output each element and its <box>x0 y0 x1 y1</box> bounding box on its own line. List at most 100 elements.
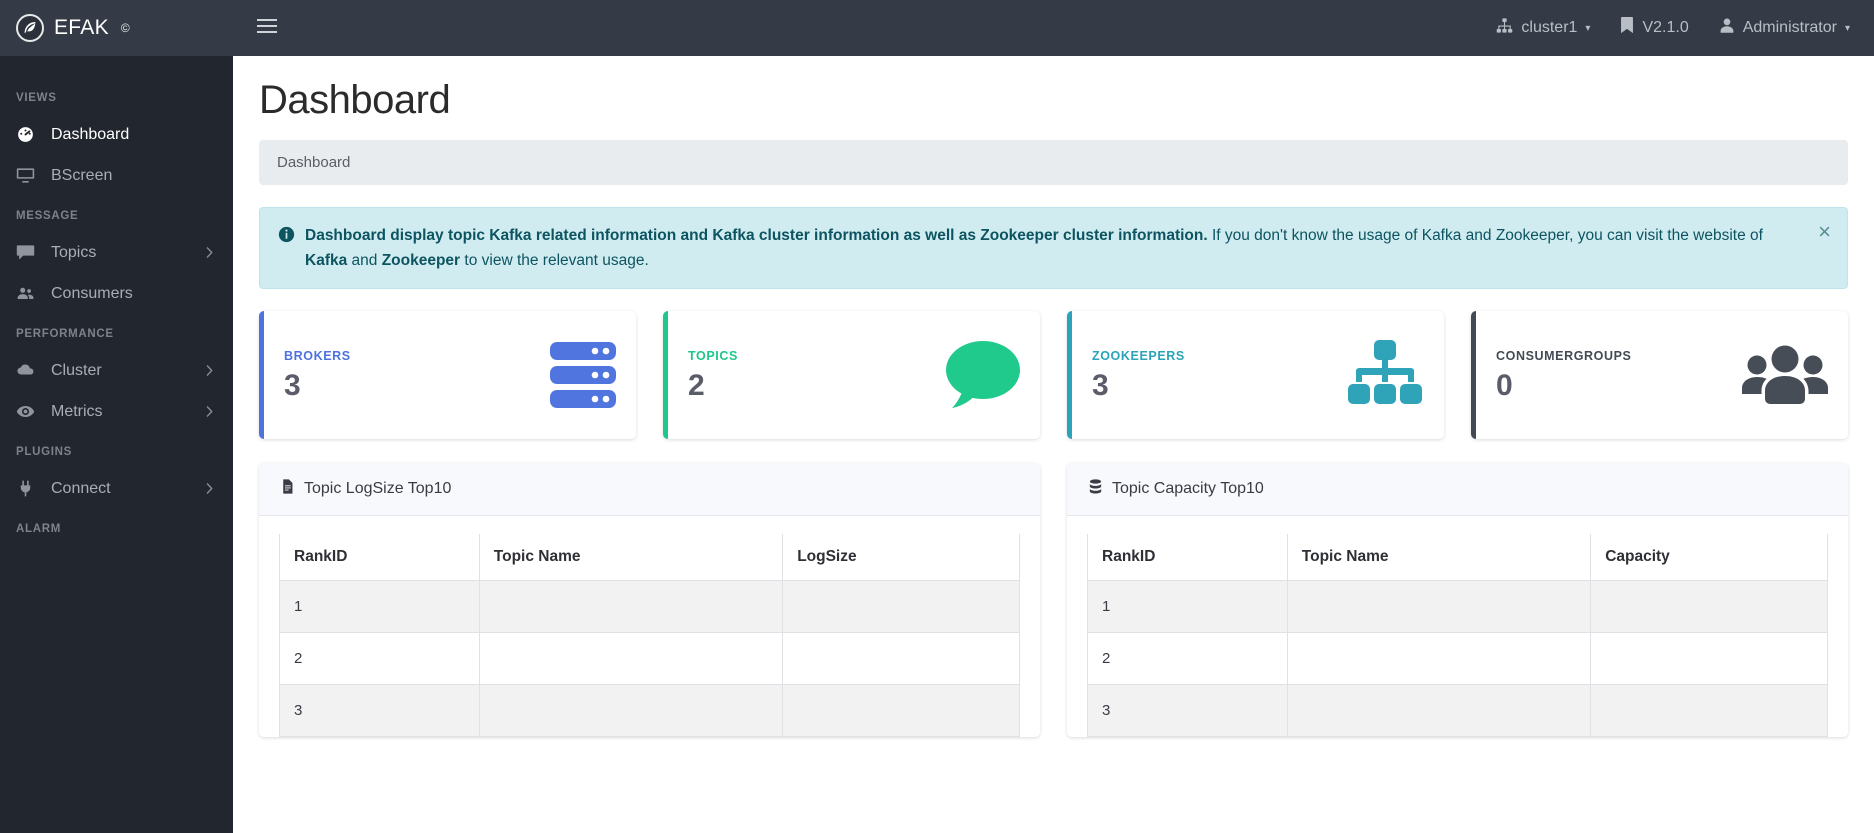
cell-topic-name <box>1287 580 1592 634</box>
alert-text-1: If you don't know the usage of Kafka and… <box>1207 227 1763 244</box>
stat-card-text: BROKERS 3 <box>284 349 351 402</box>
sidebar-section-performance: PERFORMANCE <box>16 328 114 340</box>
sitemap-icon <box>1496 17 1513 39</box>
sidebar-item-dashboard[interactable]: Dashboard <box>0 114 233 155</box>
version-indicator[interactable]: V2.1.0 <box>1620 17 1689 39</box>
alert-link-kafka[interactable]: Kafka <box>305 252 347 269</box>
cell-rank: 3 <box>279 684 480 738</box>
panel-body: RankID Topic Name Capacity 1 2 3 <box>1067 516 1848 738</box>
stat-card-value: 0 <box>1496 368 1513 402</box>
stat-card-value: 3 <box>284 368 301 402</box>
breadcrumb: Dashboard <box>259 140 1848 185</box>
alert-strong-text: Dashboard display topic Kafka related in… <box>305 227 1208 244</box>
panel-body: RankID Topic Name LogSize 1 2 3 <box>259 516 1040 738</box>
sidebar-nav: VIEWS Dashboard BScreen MESSAGE Topics Consum… <box>0 56 233 833</box>
cloud-icon <box>16 361 40 380</box>
database-icon <box>1087 478 1104 500</box>
info-alert: Dashboard display topic Kafka related in… <box>259 207 1848 290</box>
alert-link-zookeeper[interactable]: Zookeeper <box>382 252 460 269</box>
sidebar-section-alarm: ALARM <box>16 523 62 535</box>
topbar-right-group: cluster1 ▾ V2.1.0 Administrator ▾ <box>1496 17 1850 39</box>
sidebar-item-consumers[interactable]: Consumers <box>0 273 233 314</box>
cell-value <box>782 580 1020 634</box>
cell-topic-name <box>1287 632 1592 686</box>
comment-icon <box>942 341 1020 409</box>
sidebar-item-topics[interactable]: Topics <box>0 232 233 273</box>
table-panels: Topic LogSize Top10 RankID Topic Name LogSi… <box>259 463 1848 738</box>
panel-header: Topic Capacity Top10 <box>1067 463 1848 517</box>
topbar: cluster1 ▾ V2.1.0 Administrator ▾ <box>233 0 1874 56</box>
app-root: EFAK © VIEWS Dashboard BScreen MESSAGE Topic… <box>0 0 1874 833</box>
table-head: RankID Topic Name Capacity <box>1087 534 1828 582</box>
sidebar-item-label: BScreen <box>51 166 113 184</box>
chevron-right-icon <box>202 363 217 378</box>
table-row[interactable]: 1 <box>1087 580 1828 634</box>
close-icon[interactable]: × <box>1818 221 1831 243</box>
stat-card-label: TOPICS <box>688 348 738 363</box>
sidebar-item-bscreen[interactable]: BScreen <box>0 155 233 196</box>
panel-header: Topic LogSize Top10 <box>259 463 1040 517</box>
stat-card-label: BROKERS <box>284 348 351 363</box>
table-body: 123 <box>279 580 1020 738</box>
table-row[interactable]: 3 <box>279 684 1020 738</box>
cell-value <box>782 684 1020 738</box>
cell-topic-name <box>1287 684 1592 738</box>
plug-icon <box>16 479 40 498</box>
cell-rank: 3 <box>1087 684 1288 738</box>
chevron-right-icon <box>202 404 217 419</box>
sidebar: EFAK © VIEWS Dashboard BScreen MESSAGE Topic… <box>0 0 233 833</box>
version-label: V2.1.0 <box>1642 19 1689 36</box>
sidebar-item-label: Consumers <box>51 284 133 302</box>
stat-card-topics[interactable]: TOPICS 2 <box>663 311 1040 440</box>
sidebar-item-metrics[interactable]: Metrics <box>0 391 233 432</box>
cluster-selector[interactable]: cluster1 ▾ <box>1496 17 1590 39</box>
user-label: Administrator <box>1742 19 1837 36</box>
users-group-icon <box>1742 343 1828 407</box>
data-table: RankID Topic Name Capacity 1 2 3 <box>1087 534 1828 738</box>
stat-card-zookeepers[interactable]: ZOOKEEPERS 3 <box>1067 311 1444 440</box>
table-row[interactable]: 3 <box>1087 684 1828 738</box>
stat-card-text: CONSUMERGROUPS 0 <box>1496 349 1632 402</box>
table-row[interactable]: 1 <box>279 580 1020 634</box>
cell-topic-name <box>479 632 784 686</box>
sidebar-item-label: Dashboard <box>51 125 130 143</box>
user-menu[interactable]: Administrator ▾ <box>1719 17 1850 39</box>
page-content: Dashboard Dashboard Dashboard display to… <box>233 56 1874 833</box>
panel-topic-capacity-top10: Topic Capacity Top10 RankID Topic Name Capa… <box>1067 463 1848 738</box>
server-icon <box>550 340 616 410</box>
bookmark-icon <box>1620 17 1634 39</box>
info-circle-icon <box>278 226 295 251</box>
feather-circle-icon <box>16 14 44 42</box>
table-body: 123 <box>1087 580 1828 738</box>
chevron-down-icon: ▾ <box>1585 22 1591 34</box>
table-row[interactable]: 2 <box>279 632 1020 686</box>
stat-card-brokers[interactable]: BROKERS 3 <box>259 311 636 440</box>
cell-rank: 2 <box>279 632 480 686</box>
sidebar-section-message: MESSAGE <box>16 210 79 222</box>
cell-value <box>1590 632 1828 686</box>
cell-rank: 1 <box>279 580 480 634</box>
table-header-row: RankID Topic Name LogSize <box>279 534 1020 582</box>
stat-card-text: TOPICS 2 <box>688 349 738 402</box>
sidebar-item-connect[interactable]: Connect <box>0 468 233 509</box>
stat-card-consumergroups[interactable]: CONSUMERGROUPS 0 <box>1471 311 1848 440</box>
alert-message: Dashboard display topic Kafka related in… <box>305 223 1829 273</box>
file-alt-icon <box>279 478 296 500</box>
sidebar-item-label: Topics <box>51 243 97 261</box>
main-area: cluster1 ▾ V2.1.0 Administrator ▾ Dashbo… <box>233 0 1874 833</box>
chevron-right-icon <box>202 245 217 260</box>
table-row[interactable]: 2 <box>1087 632 1828 686</box>
desktop-icon <box>16 166 40 185</box>
table-header-row: RankID Topic Name Capacity <box>1087 534 1828 582</box>
column-header: RankID <box>1087 534 1288 582</box>
alert-text-3: to view the relevant usage. <box>460 252 649 270</box>
page-title: Dashboard <box>259 78 451 122</box>
stat-card-label: ZOOKEEPERS <box>1092 348 1185 363</box>
sidebar-item-cluster[interactable]: Cluster <box>0 350 233 391</box>
sidebar-section-plugins: PLUGINS <box>16 446 73 458</box>
column-header: Topic Name <box>1287 534 1592 582</box>
hamburger-icon[interactable] <box>257 18 277 38</box>
brand-header[interactable]: EFAK © <box>0 0 233 56</box>
cell-value <box>1590 684 1828 738</box>
cell-value <box>782 632 1020 686</box>
